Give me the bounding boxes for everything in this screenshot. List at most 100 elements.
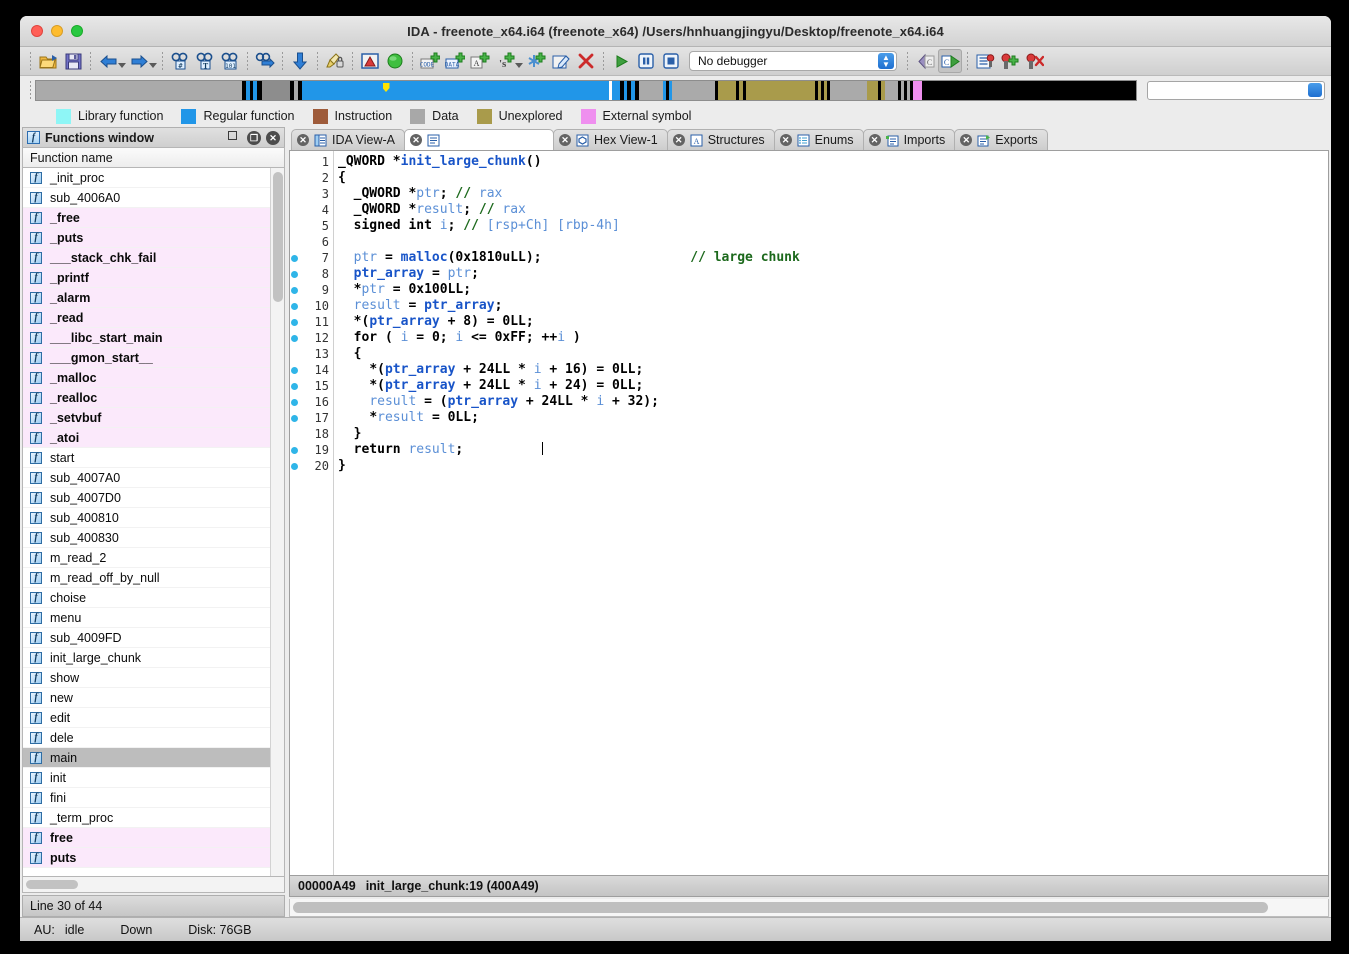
run-debugger-icon[interactable] [609, 49, 633, 73]
view-tab-pseudocode[interactable]: ✕ [404, 129, 554, 150]
breakpoint-marker-icon[interactable] [291, 303, 298, 310]
function-list-item[interactable]: f _init_proc [23, 168, 270, 188]
code-line[interactable]: { [338, 346, 1328, 362]
breakpoint-marker-icon[interactable] [291, 383, 298, 390]
scrollbar-thumb[interactable] [26, 880, 78, 889]
code-line[interactable]: } [338, 458, 1328, 474]
breakpoint-marker-icon[interactable] [291, 287, 298, 294]
green-circle-icon[interactable] [383, 49, 407, 73]
function-list-horizontal-scrollbar[interactable] [22, 877, 285, 893]
breakpoint-marker-icon[interactable] [291, 399, 298, 406]
function-list-item[interactable]: f choise [23, 588, 270, 608]
breakpoint-marker-icon[interactable] [291, 367, 298, 374]
function-list-item[interactable]: f _read [23, 308, 270, 328]
search-hash-icon[interactable]: # [168, 49, 192, 73]
function-list-item[interactable]: f sub_4007A0 [23, 468, 270, 488]
debugger-select-stepper-icon[interactable]: ▲ ▼ [878, 53, 894, 69]
delete-breakpoint-icon[interactable] [1023, 49, 1047, 73]
close-panel-button[interactable]: ✕ [266, 130, 280, 145]
code-line[interactable]: { [338, 170, 1328, 186]
function-list-item[interactable]: f sub_400830 [23, 528, 270, 548]
add-breakpoint-icon[interactable] [998, 49, 1022, 73]
function-list-item[interactable]: f dele [23, 728, 270, 748]
close-tab-icon[interactable]: ✕ [779, 134, 792, 146]
decompile-prev-icon[interactable]: C [913, 49, 937, 73]
search-text-icon[interactable]: T [193, 49, 217, 73]
make-struct-icon[interactable] [524, 49, 548, 73]
breakpoint-marker-icon[interactable] [291, 415, 298, 422]
pause-icon[interactable] [634, 49, 658, 73]
function-list-item[interactable]: f sub_4009FD [23, 628, 270, 648]
stop-icon[interactable] [659, 49, 683, 73]
function-list-item[interactable]: f init [23, 768, 270, 788]
function-list-item[interactable]: f start [23, 448, 270, 468]
breakpoint-marker-icon[interactable] [291, 447, 298, 454]
close-tab-icon[interactable]: ✕ [960, 134, 973, 146]
make-data-icon[interactable]: DATA [443, 49, 467, 73]
lock-highlight-icon[interactable] [323, 49, 347, 73]
code-line[interactable]: _QWORD *result; // rax [338, 202, 1328, 218]
code-line[interactable]: _QWORD *ptr; // rax [338, 186, 1328, 202]
view-tab-exports[interactable]: ✕ Exports [954, 129, 1048, 150]
code-line[interactable]: _QWORD *init_large_chunk() [338, 154, 1328, 170]
save-icon[interactable] [61, 49, 85, 73]
function-list-item[interactable]: f main [23, 748, 270, 768]
breakpoint-marker-icon[interactable] [291, 319, 298, 326]
jump-xref-icon[interactable] [253, 49, 277, 73]
close-tab-icon[interactable]: ✕ [868, 134, 881, 146]
function-list-item[interactable]: f _puts [23, 228, 270, 248]
code-line[interactable]: for ( i = 0; i <= 0xFF; ++i ) [338, 330, 1328, 346]
view-tab-structures[interactable]: ✕ A Structures [666, 129, 775, 150]
function-list-item[interactable]: f fini [23, 788, 270, 808]
function-list-item[interactable]: f _malloc [23, 368, 270, 388]
delete-icon[interactable] [574, 49, 598, 73]
make-code-icon[interactable]: CODE [418, 49, 442, 73]
close-tab-icon[interactable]: ✕ [410, 134, 422, 146]
search-bytes-icon[interactable]: 101 [218, 49, 242, 73]
code-line[interactable]: *ptr = 0x100LL; [338, 282, 1328, 298]
function-list-item[interactable]: f m_read_2 [23, 548, 270, 568]
function-name-column-header[interactable]: Function name [22, 147, 285, 168]
make-string-icon[interactable]: 's [493, 49, 517, 73]
back-arrow-icon[interactable] [96, 49, 120, 73]
code-line[interactable]: *result = 0LL; [338, 410, 1328, 426]
function-list-item[interactable]: f _realloc [23, 388, 270, 408]
code-line[interactable]: signed int i; // [rsp+Ch] [rbp-4h] [338, 218, 1328, 234]
breakpoint-marker-icon[interactable] [291, 255, 298, 262]
edit-function-icon[interactable] [549, 49, 573, 73]
function-list-item[interactable]: f menu [23, 608, 270, 628]
code-line[interactable] [338, 234, 1328, 250]
debugger-select[interactable]: No debugger ▲ ▼ [689, 51, 897, 71]
float-panel-button[interactable]: ❐ [247, 130, 261, 145]
function-list-item[interactable]: f new [23, 688, 270, 708]
pseudocode-horizontal-scrollbar[interactable] [289, 899, 1329, 917]
function-list-item[interactable]: f free [23, 828, 270, 848]
function-list-item[interactable]: f ___gmon_start__ [23, 348, 270, 368]
scrollbar-thumb[interactable] [293, 902, 1268, 913]
code-line[interactable]: *(ptr_array + 24LL * i + 24) = 0LL; [338, 378, 1328, 394]
navigation-band[interactable] [35, 80, 1137, 101]
function-list-item[interactable]: f _term_proc [23, 808, 270, 828]
code-line[interactable]: ptr = malloc(0x1810uLL); // large chunk [338, 250, 1328, 266]
breakpoint-marker-icon[interactable] [291, 271, 298, 278]
view-tab-imports[interactable]: ✕ Imports [862, 129, 956, 150]
code-line[interactable]: result = ptr_array; [338, 298, 1328, 314]
list-breakpoints-icon[interactable] [973, 49, 997, 73]
function-list-item[interactable]: f _atoi [23, 428, 270, 448]
maximize-panel-button[interactable] [228, 130, 242, 145]
forward-arrow-icon[interactable] [127, 49, 151, 73]
breakpoint-marker-icon[interactable] [291, 463, 298, 470]
pseudocode-text[interactable]: _QWORD *init_large_chunk(){ _QWORD *ptr;… [334, 151, 1328, 875]
function-list-item[interactable]: f _alarm [23, 288, 270, 308]
code-line[interactable]: *(ptr_array + 8) = 0LL; [338, 314, 1328, 330]
view-tab-hex-view-1[interactable]: ✕ Hex View-1 [553, 129, 668, 150]
function-list-item[interactable]: f init_large_chunk [23, 648, 270, 668]
view-tab-ida-view-a[interactable]: ✕ IDA View-A [291, 129, 405, 150]
error-icon[interactable] [358, 49, 382, 73]
function-list-vertical-scrollbar[interactable] [270, 168, 284, 876]
function-list-item[interactable]: f _setvbuf [23, 408, 270, 428]
quick-search-input[interactable] [1147, 81, 1325, 100]
decompile-icon[interactable]: C [938, 49, 962, 73]
function-list-item[interactable]: f ___libc_start_main [23, 328, 270, 348]
pseudocode-view[interactable]: 1 2 3 4 5 6 7 8 9 10 11 12 13 14 15 16 17 18 19 20 _QWORD *… [289, 150, 1329, 876]
